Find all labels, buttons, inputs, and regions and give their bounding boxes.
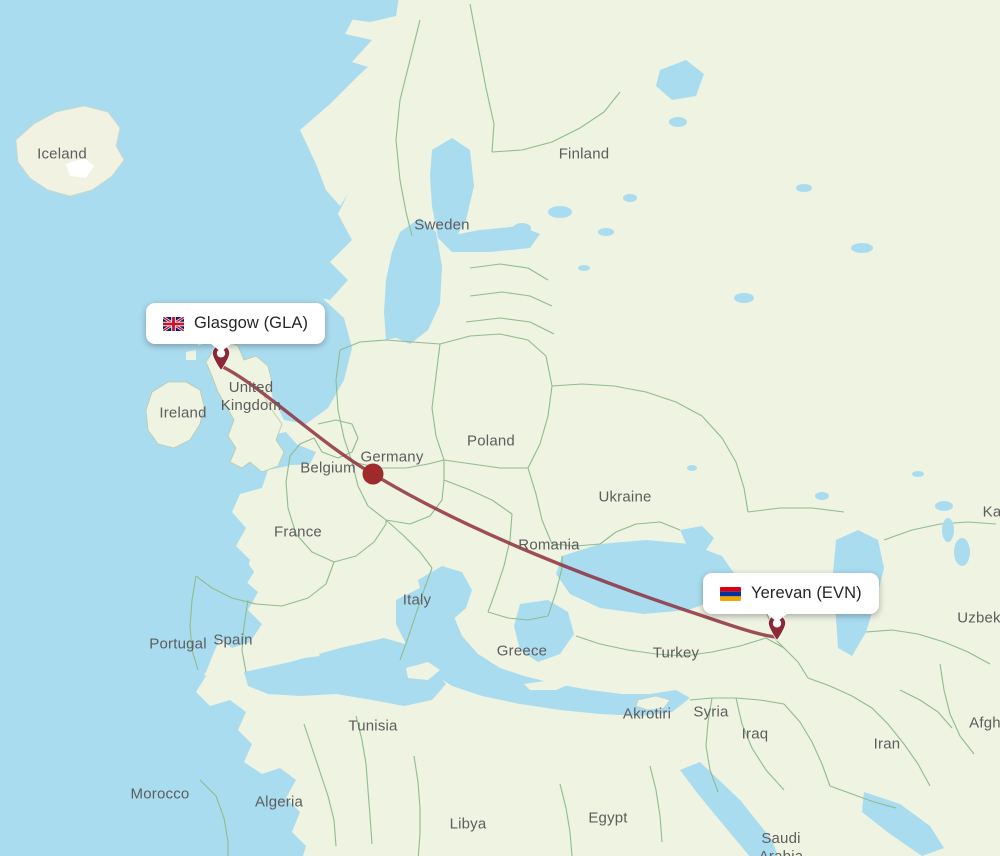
map-canvas (0, 0, 1000, 856)
destination-airport-text: Yerevan (EVN) (751, 584, 862, 602)
origin-bubble-tail (210, 343, 232, 352)
origin-airport-text: Glasgow (GLA) (194, 314, 309, 332)
origin-airport-label[interactable]: Glasgow (GLA) (146, 303, 326, 352)
destination-airport-label[interactable]: Yerevan (EVN) (703, 573, 879, 622)
destination-bubble-tail (766, 613, 788, 622)
flight-route-map[interactable]: Iceland Sweden Finland Ireland United Kingdo… (0, 0, 1000, 856)
am-flag-icon (720, 586, 741, 601)
gb-flag-icon (163, 316, 184, 331)
route-waypoint-marker[interactable] (362, 463, 384, 485)
land-corsica (380, 578, 394, 598)
